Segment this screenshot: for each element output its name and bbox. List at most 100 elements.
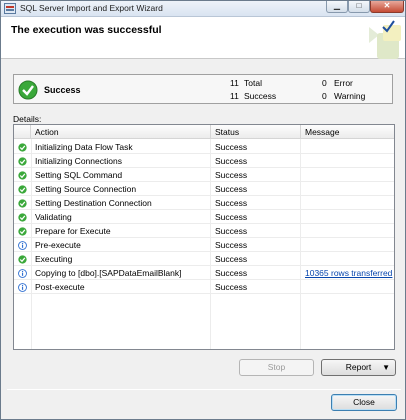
row-icon-cell: [14, 280, 31, 294]
row-action: Setting Destination Connection: [35, 198, 152, 208]
row-action: Initializing Connections: [35, 156, 122, 166]
row-icon-cell: [14, 238, 31, 252]
wizard-decorative-graphic: [369, 20, 401, 59]
success-check-icon: [18, 171, 27, 180]
row-action: Setting SQL Command: [35, 170, 123, 180]
row-message: [301, 238, 394, 252]
sql-server-app-icon: [4, 3, 16, 14]
row-icon-cell: [14, 266, 31, 280]
warning-label: Warning: [334, 91, 366, 101]
row-icon-cell: [14, 168, 31, 182]
row-status: Success: [215, 170, 248, 180]
success-label: Success: [244, 91, 277, 101]
row-action: Validating: [35, 212, 72, 222]
summary-status-label: Success: [44, 85, 81, 95]
minimize-button[interactable]: ▁: [326, 1, 348, 13]
column-header-message[interactable]: Message: [301, 125, 394, 139]
page-title: The execution was successful: [11, 24, 162, 36]
row-status: Success: [215, 282, 248, 292]
wizard-window: SQL Server Import and Export Wizard ▁ □ …: [0, 0, 406, 420]
close-button[interactable]: Close: [331, 394, 397, 411]
row-message: [301, 182, 394, 196]
row-status: Success: [215, 142, 248, 152]
total-label: Total: [244, 78, 262, 88]
row-status: Success: [215, 212, 248, 222]
minimize-icon: ▁: [333, 1, 341, 10]
column-divider: [210, 139, 211, 349]
title-bar: SQL Server Import and Export Wizard ▁ □ …: [1, 1, 405, 17]
details-grid[interactable]: Action Status Message Initializing Data …: [13, 124, 395, 350]
row-status: Success: [215, 268, 248, 278]
table-row[interactable]: Setting SQL Command Success: [14, 168, 394, 182]
row-message: [301, 252, 394, 266]
row-action: Post-execute: [35, 282, 85, 292]
row-message: [301, 168, 394, 182]
row-icon-cell: [14, 182, 31, 196]
close-window-button[interactable]: ✕: [370, 1, 404, 13]
row-status: Success: [215, 240, 248, 250]
success-check-icon: [18, 227, 27, 236]
row-icon-cell: [14, 140, 31, 154]
row-message: [301, 154, 394, 168]
row-message-link[interactable]: 10365 rows transferred: [301, 266, 394, 280]
success-check-icon: [18, 143, 27, 152]
wizard-header: The execution was successful: [1, 17, 405, 59]
column-header-status[interactable]: Status: [211, 125, 301, 139]
row-action: Initializing Data Flow Task: [35, 142, 133, 152]
report-button[interactable]: Report ▼: [321, 359, 396, 376]
window-title: SQL Server Import and Export Wizard: [20, 3, 163, 13]
details-label: Details:: [13, 114, 42, 124]
info-icon: [18, 283, 27, 292]
row-icon-cell: [14, 252, 31, 266]
row-status: Success: [215, 226, 248, 236]
footer-separator: [7, 389, 401, 390]
success-check-icon: [18, 80, 38, 100]
row-action: Setting Source Connection: [35, 184, 137, 194]
table-row[interactable]: Prepare for Execute Success: [14, 224, 394, 238]
table-row[interactable]: Setting Destination Connection Success: [14, 196, 394, 210]
row-message: [301, 210, 394, 224]
table-row[interactable]: Pre-execute Success: [14, 238, 394, 252]
success-check-icon: [18, 185, 27, 194]
execution-summary-panel: Success 11 Total 11 Success 0 Error 0 Wa…: [13, 74, 393, 104]
close-icon: ✕: [383, 1, 391, 10]
error-count: 0: [322, 78, 327, 88]
row-message: [301, 196, 394, 210]
row-message: [301, 280, 394, 294]
table-row[interactable]: Initializing Connections Success: [14, 154, 394, 168]
row-status: Success: [215, 184, 248, 194]
row-message: [301, 140, 394, 154]
success-check-icon: [18, 255, 27, 264]
table-row[interactable]: Copying to [dbo].[SAPDataEmailBlank] Succ…: [14, 266, 394, 280]
row-icon-cell: [14, 154, 31, 168]
maximize-icon: □: [356, 1, 362, 10]
table-row[interactable]: Initializing Data Flow Task Success: [14, 140, 394, 154]
info-icon: [18, 241, 27, 250]
row-icon-cell: [14, 196, 31, 210]
icon-column-header: [14, 125, 31, 139]
row-divider: [14, 293, 394, 294]
row-action: Executing: [35, 254, 73, 264]
row-action: Prepare for Execute: [35, 226, 111, 236]
row-icon-cell: [14, 224, 31, 238]
table-row[interactable]: Validating Success: [14, 210, 394, 224]
info-icon: [18, 269, 27, 278]
table-row[interactable]: Post-execute Success: [14, 280, 394, 294]
row-status: Success: [215, 254, 248, 264]
maximize-button[interactable]: □: [348, 1, 370, 13]
stop-button[interactable]: Stop: [239, 359, 314, 376]
row-action: Pre-execute: [35, 240, 81, 250]
error-label: Error: [334, 78, 353, 88]
row-status: Success: [215, 198, 248, 208]
total-count: 11: [230, 78, 239, 88]
row-status: Success: [215, 156, 248, 166]
column-header-action[interactable]: Action: [31, 125, 211, 139]
success-count: 11: [230, 91, 239, 101]
column-divider: [300, 139, 301, 349]
success-check-icon: [18, 157, 27, 166]
table-row[interactable]: Setting Source Connection Success: [14, 182, 394, 196]
row-message: [301, 224, 394, 238]
table-row[interactable]: Executing Success: [14, 252, 394, 266]
report-button-label: Report: [345, 362, 372, 372]
dropdown-arrow-icon: ▼: [382, 363, 390, 372]
